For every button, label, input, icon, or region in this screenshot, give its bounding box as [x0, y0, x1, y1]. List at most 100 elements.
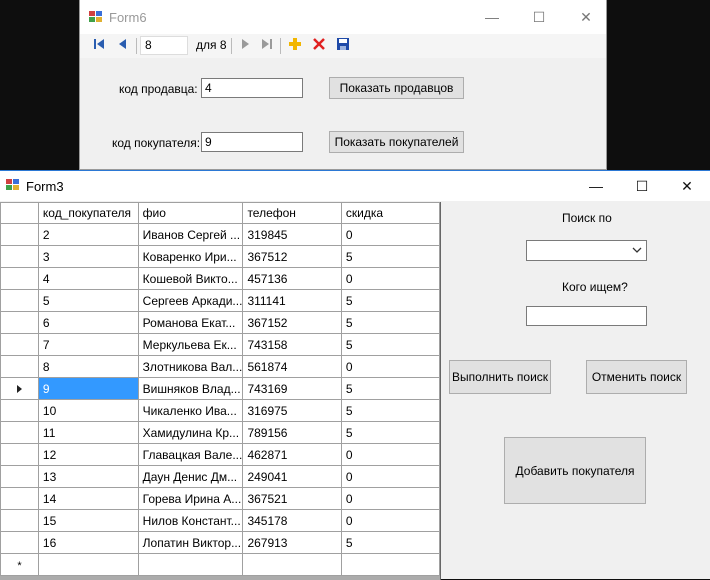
cell-discount[interactable]: 0 — [340, 487, 440, 510]
cell-discount[interactable]: 5 — [340, 333, 440, 356]
table-row[interactable]: 5 Сергеев Аркади... 311141 5 — [0, 289, 440, 312]
cell-discount[interactable]: 0 — [340, 223, 440, 246]
new-row-cell[interactable] — [137, 553, 244, 576]
cell-code[interactable]: 15 — [37, 509, 139, 532]
cell-code[interactable]: 6 — [37, 311, 139, 334]
show-buyers-button[interactable]: Показать покупателей — [329, 131, 464, 153]
search-by-combobox[interactable] — [526, 240, 647, 261]
cell-code[interactable]: 4 — [37, 267, 139, 290]
prev-icon[interactable] — [114, 37, 132, 55]
row-header[interactable] — [0, 399, 39, 422]
new-row[interactable]: * — [0, 553, 440, 576]
cell-fio[interactable]: Чикаленко Ива... — [137, 399, 244, 422]
cell-phone[interactable]: 319845 — [242, 223, 342, 246]
cell-code[interactable]: 10 — [37, 399, 139, 422]
add-buyer-button[interactable]: Добавить покупателя — [504, 437, 646, 504]
form3-close-button[interactable]: ✕ — [664, 171, 710, 201]
cell-phone[interactable]: 743158 — [242, 333, 342, 356]
cell-discount[interactable]: 5 — [340, 377, 440, 400]
table-row[interactable]: 4 Кошевой Викто... 457136 0 — [0, 267, 440, 290]
table-row[interactable]: 3 Коваренко Ири... 367512 5 — [0, 245, 440, 268]
row-header[interactable] — [0, 267, 39, 290]
row-header[interactable] — [0, 333, 39, 356]
cell-fio[interactable]: Хамидулина Кр... — [137, 421, 244, 444]
buyers-grid[interactable]: код_покупателя фио телефон скидка 2 Ивано… — [0, 202, 441, 580]
table-row[interactable]: 12 Главацкая Вале... 462871 0 — [0, 443, 440, 466]
column-header-phone[interactable]: телефон — [242, 202, 342, 224]
cell-phone[interactable]: 367152 — [242, 311, 342, 334]
cell-discount[interactable]: 0 — [340, 443, 440, 466]
form6-minimize-button[interactable]: — — [469, 2, 515, 32]
delete-icon[interactable] — [310, 37, 328, 55]
cell-phone[interactable]: 367521 — [242, 487, 342, 510]
cell-code[interactable]: 11 — [37, 421, 139, 444]
table-row[interactable]: 15 Нилов Констант... 345178 0 — [0, 509, 440, 532]
table-row[interactable]: 11 Хамидулина Кр... 789156 5 — [0, 421, 440, 444]
form6-titlebar[interactable]: Form6 — ☐ ✕ — [80, 0, 606, 34]
cell-discount[interactable]: 5 — [340, 311, 440, 334]
grid-corner-cell[interactable] — [0, 202, 39, 224]
cell-fio[interactable]: Вишняков Влад... — [137, 377, 244, 400]
cancel-search-button[interactable]: Отменить поиск — [586, 360, 687, 394]
table-row[interactable]: 9 Вишняков Влад... 743169 5 — [0, 377, 440, 400]
cell-phone[interactable]: 789156 — [242, 421, 342, 444]
cell-fio[interactable]: Даун Денис Дм... — [137, 465, 244, 488]
cell-discount[interactable]: 0 — [340, 465, 440, 488]
cell-discount[interactable]: 5 — [340, 245, 440, 268]
new-row-cell[interactable] — [340, 553, 440, 576]
row-header[interactable] — [0, 465, 39, 488]
first-icon[interactable] — [90, 37, 108, 55]
form6-maximize-button[interactable]: ☐ — [516, 2, 562, 32]
cell-fio[interactable]: Меркульева Ек... — [137, 333, 244, 356]
row-header[interactable] — [0, 509, 39, 532]
cell-code[interactable]: 8 — [37, 355, 139, 378]
cell-fio[interactable]: Главацкая Вале... — [137, 443, 244, 466]
row-header[interactable] — [0, 443, 39, 466]
row-header[interactable]: * — [0, 553, 39, 576]
cell-discount[interactable]: 0 — [340, 267, 440, 290]
cell-code[interactable]: 16 — [37, 531, 139, 554]
cell-phone[interactable]: 367512 — [242, 245, 342, 268]
row-header[interactable] — [0, 487, 39, 510]
table-row[interactable]: 6 Романова Екат... 367152 5 — [0, 311, 440, 334]
cell-fio[interactable]: Горева Ирина А... — [137, 487, 244, 510]
save-icon[interactable] — [334, 37, 352, 55]
cell-fio[interactable]: Романова Екат... — [137, 311, 244, 334]
cell-phone[interactable]: 249041 — [242, 465, 342, 488]
cell-code[interactable]: 12 — [37, 443, 139, 466]
table-row[interactable]: 13 Даун Денис Дм... 249041 0 — [0, 465, 440, 488]
cell-code[interactable]: 2 — [37, 223, 139, 246]
run-search-button[interactable]: Выполнить поиск — [449, 360, 551, 394]
row-header[interactable] — [0, 355, 39, 378]
table-row[interactable]: 2 Иванов Сергей ... 319845 0 — [0, 223, 440, 246]
column-header-code[interactable]: код_покупателя — [37, 202, 139, 224]
cell-phone[interactable]: 311141 — [242, 289, 342, 312]
cell-code[interactable]: 5 — [37, 289, 139, 312]
cell-fio[interactable]: Злотникова Вал... — [137, 355, 244, 378]
row-header[interactable] — [0, 223, 39, 246]
cell-code[interactable]: 9 — [37, 377, 139, 400]
cell-fio[interactable]: Нилов Констант... — [137, 509, 244, 532]
table-row[interactable]: 10 Чикаленко Ива... 316975 5 — [0, 399, 440, 422]
table-row[interactable]: 7 Меркульева Ек... 743158 5 — [0, 333, 440, 356]
form3-maximize-button[interactable]: ☐ — [619, 171, 665, 201]
buyer-code-input[interactable]: 9 — [201, 132, 303, 152]
row-header[interactable] — [0, 377, 39, 400]
cell-fio[interactable]: Лопатин Виктор... — [137, 531, 244, 554]
new-row-cell[interactable] — [242, 553, 342, 576]
form3-titlebar[interactable]: Form3 — ☐ ✕ — [0, 171, 710, 201]
cell-discount[interactable]: 5 — [340, 289, 440, 312]
cell-discount[interactable]: 5 — [340, 421, 440, 444]
cell-phone[interactable]: 267913 — [242, 531, 342, 554]
who-input[interactable] — [526, 306, 647, 326]
cell-phone[interactable]: 457136 — [242, 267, 342, 290]
row-header[interactable] — [0, 531, 39, 554]
cell-discount[interactable]: 5 — [340, 399, 440, 422]
new-row-cell[interactable] — [37, 553, 139, 576]
cell-fio[interactable]: Сергеев Аркади... — [137, 289, 244, 312]
cell-phone[interactable]: 743169 — [242, 377, 342, 400]
add-icon[interactable] — [286, 37, 304, 55]
chevron-down-icon[interactable] — [632, 242, 642, 261]
cell-fio[interactable]: Иванов Сергей ... — [137, 223, 244, 246]
cell-discount[interactable]: 5 — [340, 531, 440, 554]
